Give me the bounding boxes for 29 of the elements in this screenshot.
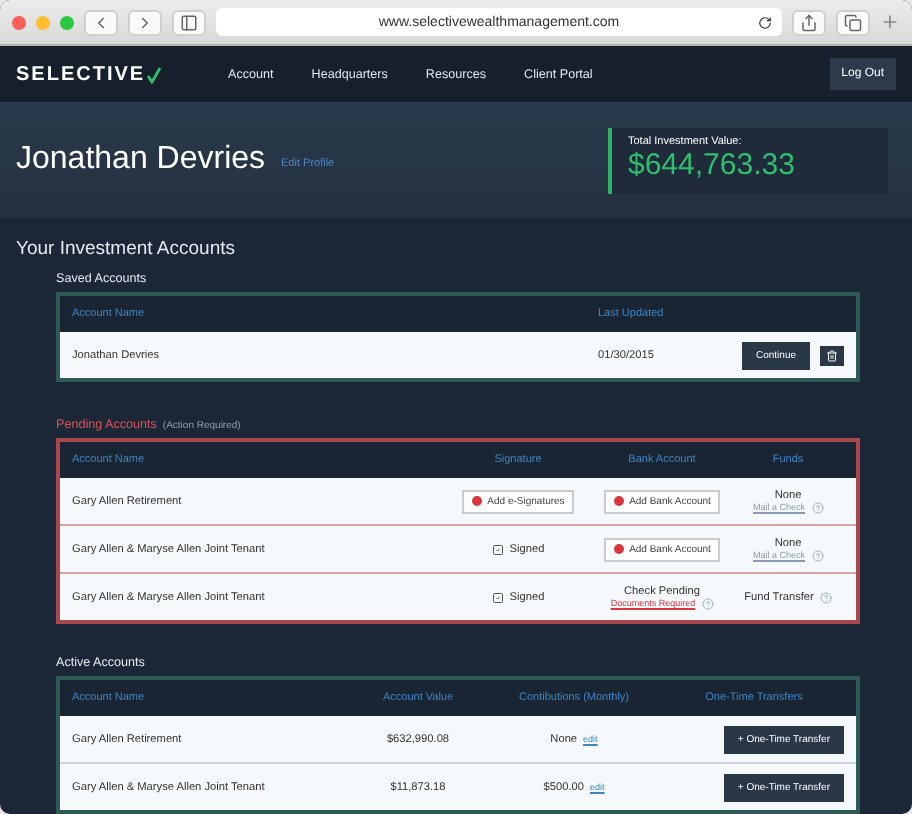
client-name: Jonathan Devries [16,142,266,178]
zoom-window-dot[interactable] [60,15,74,29]
tabs-button[interactable] [836,9,870,35]
tabs-icon [844,13,862,31]
share-icon [800,13,818,31]
logo[interactable]: SELECTIVE [16,63,228,85]
help-icon[interactable] [811,549,823,561]
trash-icon [826,349,838,361]
sidebar-icon [180,13,198,31]
checkmark-icon [145,65,162,83]
close-window-dot[interactable] [12,15,26,29]
plus-circle-icon [613,496,624,506]
help-icon[interactable] [819,591,832,603]
delete-button[interactable] [820,345,844,365]
chevron-right-icon [136,13,154,31]
help-icon[interactable] [701,597,714,609]
help-icon[interactable] [811,501,823,513]
minimize-window-dot[interactable] [36,15,50,29]
forward-button[interactable] [128,9,162,35]
plus-circle-icon [471,496,482,506]
section-heading: Your Investment Accounts [16,238,237,260]
total-value: $644,763.33 [628,147,797,181]
new-tab-icon[interactable] [880,12,900,32]
sidebar-button[interactable] [172,9,206,35]
plus-circle-icon [613,544,624,554]
chevron-left-icon [92,13,110,31]
back-button[interactable] [84,9,118,35]
share-button[interactable] [792,9,826,35]
reload-icon[interactable] [758,15,772,29]
